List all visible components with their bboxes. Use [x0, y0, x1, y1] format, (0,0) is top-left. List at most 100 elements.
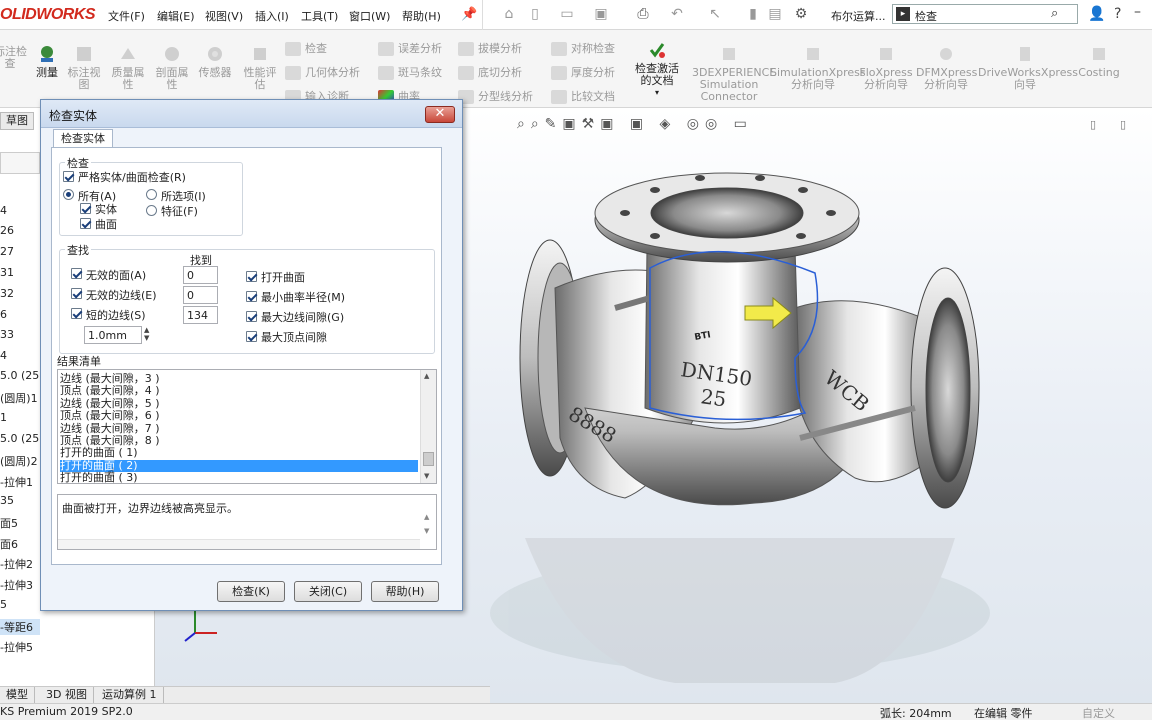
- driveworksxpress-button[interactable]: DriveWorksXpress 向导: [978, 44, 1078, 91]
- 3dexperience-connector-button[interactable]: 3DEXPERIENCE Simulation Connector: [692, 44, 776, 103]
- print-icon[interactable]: ⎙: [634, 5, 652, 23]
- tree-item[interactable]: -拉伸2: [0, 556, 33, 572]
- select-icon[interactable]: ↖: [706, 5, 724, 23]
- menu-tools[interactable]: 工具(T): [301, 8, 338, 24]
- symmetry-check-button[interactable]: 对称检查: [551, 40, 615, 56]
- desc-horizontal-scrollbar[interactable]: [58, 539, 420, 549]
- results-list-item[interactable]: 边线 (最大间隙，7 ): [60, 422, 418, 435]
- surface-checkbox[interactable]: [80, 218, 91, 229]
- check-small-button[interactable]: 检查: [285, 40, 327, 56]
- dialog-title-bar[interactable]: 检查实体 ✕: [41, 100, 462, 128]
- user-icon[interactable]: 👤: [1088, 6, 1105, 22]
- open-folder-icon[interactable]: ▭: [558, 5, 576, 23]
- tree-item[interactable]: -拉伸3: [0, 577, 33, 593]
- tree-item[interactable]: 面5: [0, 515, 18, 531]
- pin-icon[interactable]: 📌: [461, 7, 477, 22]
- short-edges-checkbox[interactable]: [71, 308, 82, 319]
- search-scope-icon[interactable]: ▸: [896, 7, 910, 21]
- zebra-stripes-button[interactable]: 斑马条纹: [378, 64, 442, 80]
- undo-icon[interactable]: ↶: [668, 5, 686, 23]
- menu-edit[interactable]: 编辑(E): [157, 8, 195, 24]
- open-surface-checkbox[interactable]: [246, 271, 257, 282]
- menu-help[interactable]: 帮助(H): [402, 8, 441, 24]
- tree-item[interactable]: (圆周)2: [0, 453, 38, 469]
- geometry-analysis-button[interactable]: 几何体分析: [285, 64, 360, 80]
- solid-checkbox[interactable]: [80, 203, 91, 214]
- menu-view[interactable]: 视图(V): [205, 8, 243, 24]
- tree-item[interactable]: 26: [0, 224, 14, 237]
- tree-item[interactable]: 27: [0, 245, 14, 258]
- tab-check-entity[interactable]: 检查实体: [53, 129, 113, 148]
- compare-documents-button[interactable]: 比较文档: [551, 88, 615, 104]
- tree-item[interactable]: 5.0 (25): [0, 369, 44, 382]
- dropdown-arrow-icon[interactable]: ▾: [630, 87, 684, 99]
- tree-item[interactable]: 6: [0, 308, 7, 321]
- tree-item[interactable]: 33: [0, 328, 14, 341]
- markup-view-button[interactable]: 标注视 图: [66, 44, 102, 91]
- tree-item[interactable]: 1: [0, 411, 7, 424]
- simulationxpress-button[interactable]: SimulationXpress 分析向导: [770, 44, 866, 91]
- floxpress-button[interactable]: FloXpress 分析向导: [858, 44, 914, 91]
- command-search-box[interactable]: ▸ 检查 ⌕: [892, 4, 1078, 24]
- tab-model[interactable]: 模型: [0, 687, 35, 704]
- scroll-up-icon[interactable]: ▲: [424, 372, 429, 380]
- invalid-edges-checkbox[interactable]: [71, 288, 82, 299]
- menu-file[interactable]: 文件(F): [108, 8, 145, 24]
- home-icon[interactable]: ⌂: [500, 5, 518, 23]
- save-icon[interactable]: ▣: [592, 5, 610, 23]
- tree-item[interactable]: 5: [0, 598, 7, 611]
- minimize-icon[interactable]: –: [1134, 4, 1141, 20]
- max-vertex-gap-checkbox[interactable]: [246, 331, 257, 342]
- short-edge-length-input[interactable]: 1.0mm: [84, 326, 142, 344]
- check-active-document-button[interactable]: 检查激活 的文档 ▾: [630, 40, 684, 99]
- desc-scroll-up-icon[interactable]: ▲: [424, 513, 429, 521]
- dfmxpress-button[interactable]: DFMXpress 分析向导: [916, 44, 977, 91]
- tree-item[interactable]: (圆周)1: [0, 390, 38, 406]
- tree-item[interactable]: 32: [0, 287, 14, 300]
- menu-insert[interactable]: 插入(I): [255, 8, 289, 24]
- tree-item[interactable]: 31: [0, 266, 14, 279]
- options-gear-icon[interactable]: ⚙: [792, 5, 810, 23]
- section-properties-button[interactable]: 剖面属 性: [152, 44, 192, 91]
- mass-properties-button[interactable]: 质量属 性: [108, 44, 148, 91]
- selected-items-radio[interactable]: [146, 189, 157, 200]
- tab-sketch[interactable]: 草图: [0, 112, 34, 130]
- tab-motion-study[interactable]: 运动算例 1: [96, 687, 164, 704]
- tree-item[interactable]: 4: [0, 349, 7, 362]
- tree-item[interactable]: -拉伸1: [0, 474, 33, 490]
- scroll-thumb[interactable]: [423, 452, 434, 466]
- min-curvature-checkbox[interactable]: [246, 291, 257, 302]
- max-edge-gap-checkbox[interactable]: [246, 311, 257, 322]
- rebuild-icon[interactable]: ▮: [744, 5, 762, 23]
- measure-button[interactable]: 测量: [32, 44, 62, 79]
- tree-item[interactable]: 35: [0, 494, 14, 507]
- deviation-analysis-button[interactable]: 误差分析: [378, 40, 442, 56]
- help-button[interactable]: 帮助(H): [371, 581, 439, 602]
- results-list-item[interactable]: 边线 (最大间隙，5 ): [60, 397, 418, 410]
- search-input[interactable]: 检查: [915, 8, 937, 24]
- all-radio[interactable]: [63, 189, 74, 200]
- strict-check-checkbox[interactable]: [63, 171, 74, 182]
- close-button[interactable]: 关闭(C): [294, 581, 362, 602]
- results-scrollbar[interactable]: ▲ ▼: [420, 370, 436, 483]
- check-button[interactable]: 检查(K): [217, 581, 285, 602]
- help-question-icon[interactable]: ?: [1114, 6, 1121, 22]
- tree-item[interactable]: -拉伸5: [0, 639, 33, 655]
- length-spinner-icon[interactable]: ▲ ▼: [144, 326, 149, 342]
- undercut-analysis-button[interactable]: 底切分析: [458, 64, 522, 80]
- new-document-icon[interactable]: ▯: [526, 5, 544, 23]
- tree-item[interactable]: -等距6: [0, 619, 40, 635]
- performance-evaluation-button[interactable]: 性能评 估: [240, 44, 280, 91]
- results-list-item[interactable]: 顶点 (最大间隙，6 ): [60, 410, 418, 422]
- draft-analysis-button[interactable]: 拔模分析: [458, 40, 522, 56]
- file-properties-icon[interactable]: ▤: [766, 5, 784, 23]
- tab-3d-view[interactable]: 3D 视图: [40, 687, 94, 704]
- results-list-item[interactable]: 顶点 (最大间隙，4 ): [60, 385, 418, 397]
- desc-scroll-down-icon[interactable]: ▼: [424, 527, 429, 535]
- parting-line-analysis-button[interactable]: 分型线分析: [458, 88, 533, 104]
- custom-units-label[interactable]: 自定义: [1082, 705, 1115, 720]
- sensor-button[interactable]: 传感器: [195, 44, 235, 79]
- menu-window[interactable]: 窗口(W): [349, 8, 390, 24]
- boolean-operation-label[interactable]: 布尔运算...: [831, 8, 886, 24]
- invalid-faces-checkbox[interactable]: [71, 268, 82, 279]
